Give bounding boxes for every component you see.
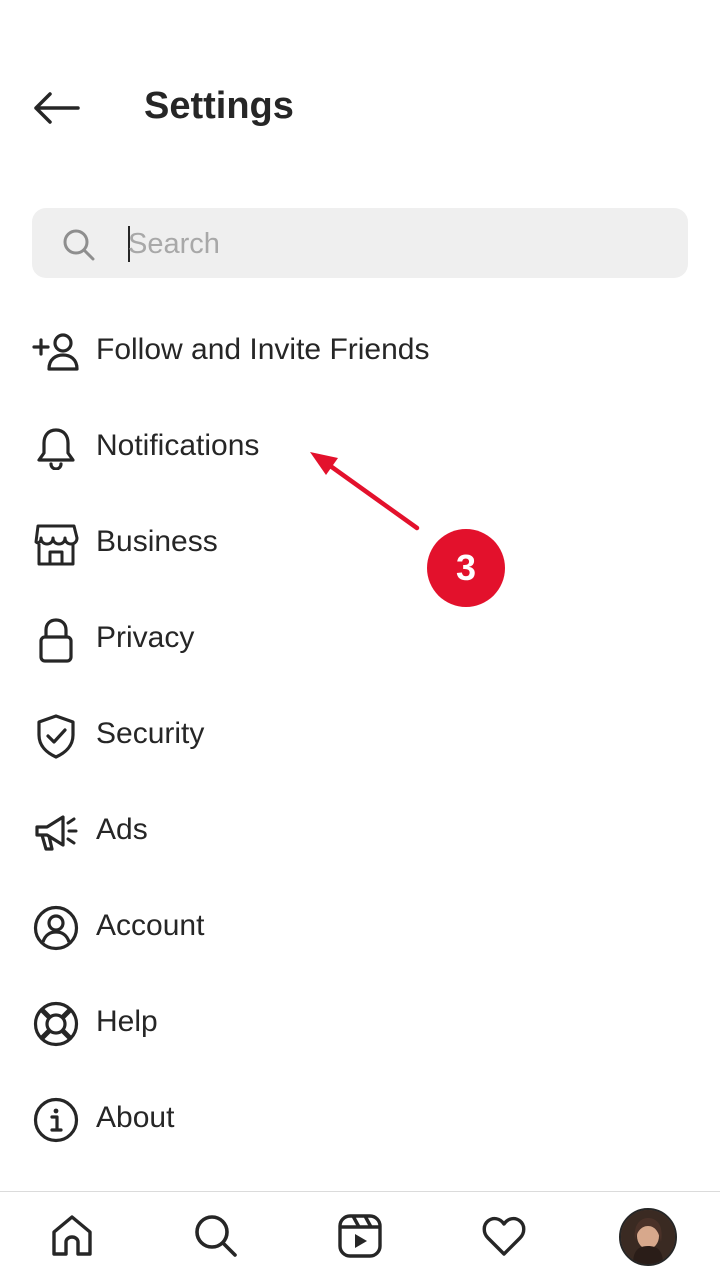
nav-reels[interactable] — [330, 1206, 390, 1266]
shield-check-icon — [32, 712, 80, 760]
menu-item-privacy[interactable]: Privacy — [0, 590, 720, 686]
bottom-nav — [0, 1191, 720, 1281]
settings-menu: Follow and Invite Friends Notifications … — [0, 302, 720, 1166]
menu-item-label: Follow and Invite Friends — [96, 333, 430, 366]
page-title: Settings — [144, 85, 294, 127]
reels-icon — [338, 1214, 382, 1258]
menu-item-label: Account — [96, 909, 205, 942]
menu-item-account[interactable]: Account — [0, 878, 720, 974]
nav-home[interactable] — [42, 1206, 102, 1266]
nav-search[interactable] — [186, 1206, 246, 1266]
menu-item-label: Security — [96, 717, 205, 750]
menu-item-label: Notifications — [96, 429, 260, 462]
storefront-icon — [32, 520, 80, 568]
bell-icon — [32, 424, 80, 472]
info-icon — [32, 1096, 80, 1144]
back-button[interactable] — [28, 84, 84, 132]
menu-item-label: Ads — [96, 813, 148, 846]
menu-item-help[interactable]: Help — [0, 974, 720, 1070]
heart-icon — [482, 1216, 526, 1256]
megaphone-icon — [32, 808, 80, 856]
menu-item-about[interactable]: About — [0, 1070, 720, 1166]
profile-avatar — [621, 1210, 675, 1264]
header: Settings — [0, 0, 720, 180]
menu-item-security[interactable]: Security — [0, 686, 720, 782]
search-icon — [63, 229, 95, 261]
menu-item-label: Business — [96, 525, 218, 558]
add-person-icon — [32, 328, 80, 376]
nav-activity[interactable] — [474, 1206, 534, 1266]
arrow-left-icon — [34, 92, 80, 124]
annotation-arrow — [310, 452, 420, 531]
user-circle-icon — [32, 904, 80, 952]
nav-profile-avatar[interactable] — [619, 1208, 677, 1266]
search-input[interactable] — [126, 218, 670, 270]
search-icon — [195, 1215, 237, 1257]
step-badge: 3 — [427, 529, 505, 607]
menu-item-label: Help — [96, 1005, 158, 1038]
lifebuoy-icon — [32, 1000, 80, 1048]
menu-item-label: Privacy — [96, 621, 195, 654]
lock-icon — [32, 616, 80, 664]
menu-item-follow-invite[interactable]: Follow and Invite Friends — [0, 302, 720, 398]
menu-item-ads[interactable]: Ads — [0, 782, 720, 878]
search-bar[interactable] — [32, 208, 688, 278]
menu-item-label: About — [96, 1101, 175, 1134]
home-icon — [52, 1215, 92, 1256]
